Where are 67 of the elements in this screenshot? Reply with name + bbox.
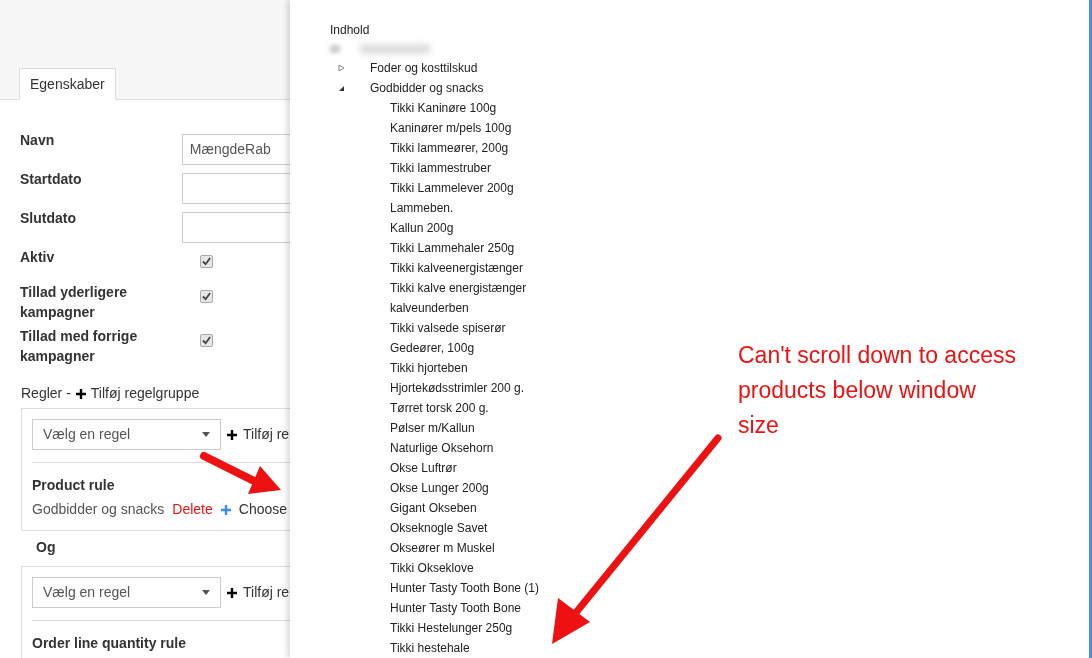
caret-icon (202, 432, 210, 437)
connector-label: Og (35, 538, 57, 557)
plus-icon (220, 504, 231, 515)
tree-item[interactable]: Tikki kalve energistænger (390, 279, 527, 297)
checkbox[interactable] (200, 290, 213, 303)
tree-item[interactable]: Kaninører m/pels 100g (390, 119, 512, 137)
checkbox[interactable] (200, 255, 213, 268)
tree-item[interactable]: Tikki hjorteben (390, 359, 468, 377)
rules-title: Regler - (21, 384, 71, 403)
add-rule-link[interactable]: Tilføj re (243, 424, 290, 445)
rule-title: Product rule (32, 476, 116, 495)
tree-item[interactable]: Tikki Hestelunger 250g (390, 619, 513, 637)
rule-select[interactable]: Vælg en regel (32, 419, 221, 450)
tree-item[interactable]: Gedeører, 100g (390, 339, 475, 357)
plus-icon (75, 388, 86, 399)
tree-item[interactable]: Tikki Lammehaler 250g (390, 239, 515, 257)
tree-item[interactable]: Tikki Kaninøre 100g (390, 99, 497, 117)
tree-item[interactable]: Tikki hestehale (390, 639, 470, 657)
tree-item[interactable]: Tikki Okseklove (390, 559, 474, 577)
rule-title: Order line quantity rule (32, 634, 188, 653)
tree-item[interactable]: Pølser m/Kallun (390, 419, 475, 437)
tree-item[interactable]: Okseører m Muskel (390, 539, 495, 557)
caret-icon (202, 590, 210, 595)
tree-item[interactable]: Lammeben. (390, 199, 454, 217)
expand-icon[interactable] (338, 64, 345, 72)
delete-link[interactable]: Delete (172, 499, 213, 520)
tree-item[interactable]: Okse Luftrør (390, 459, 457, 477)
plus-icon (227, 587, 237, 598)
tree-item[interactable]: Tikki valsede spiserør (390, 319, 506, 337)
annotation-text: Can't scroll down to access products below window size (738, 341, 1017, 440)
rule-value: Godbidder og snacks (32, 500, 165, 519)
add-rule-link[interactable]: Tilføj re (243, 582, 290, 603)
tree-title: Indhold (330, 22, 371, 39)
redacted-label (360, 44, 430, 54)
choose-link[interactable]: Choose (238, 499, 288, 520)
plus-icon (227, 429, 237, 440)
rule-select[interactable]: Vælg en regel (32, 577, 221, 608)
tree-item[interactable]: Okseknogle Savet (390, 519, 488, 537)
collapse-icon[interactable] (338, 84, 345, 92)
check-icon (202, 336, 211, 345)
check-icon (202, 292, 211, 301)
tree-item[interactable]: Okse Lunger 200g (390, 479, 489, 497)
field-label: Navn (20, 131, 56, 150)
tree-item[interactable]: Kallun 200g (390, 219, 454, 237)
field-label: Tillad yderligere kampagner (20, 283, 129, 322)
field-label: Tillad med forrige kampagner (20, 327, 139, 366)
tree-item[interactable]: Hjortekødsstrimler 200 g. (390, 379, 525, 397)
tree-item[interactable]: Godbidder og snacks (370, 79, 484, 97)
tree-item[interactable]: Gigant Okseben (390, 499, 477, 517)
redacted-icon (330, 45, 340, 53)
tab[interactable]: Egenskaber (19, 68, 116, 100)
check-icon (202, 257, 211, 266)
tree-item[interactable]: Tikki Lammelever 200g (390, 179, 514, 197)
checkbox[interactable] (200, 334, 213, 347)
tree-item[interactable]: Tikki lammeører, 200g (390, 139, 509, 157)
tree-item[interactable]: Hunter Tasty Tooth Bone (1) (390, 579, 539, 597)
field-label: Startdato (20, 170, 83, 189)
field-label: Slutdato (20, 209, 77, 228)
tree-item[interactable]: Naturlige Oksehorn (390, 439, 494, 457)
tree-item[interactable]: Hunter Tasty Tooth Bone (390, 599, 521, 617)
tree-item[interactable]: kalveunderben (390, 299, 469, 317)
tree-item[interactable]: Tikki lammestruber (390, 159, 491, 177)
field-label: Aktiv (20, 248, 56, 267)
add-group-link[interactable]: Tilføj regelgruppe (90, 383, 200, 404)
tree-item[interactable]: Foder og kosttilskud (370, 59, 478, 77)
tree-item[interactable]: Tørret torsk 200 g. (390, 399, 489, 417)
tree-item[interactable]: Tikki kalveenergistænger (390, 259, 523, 277)
